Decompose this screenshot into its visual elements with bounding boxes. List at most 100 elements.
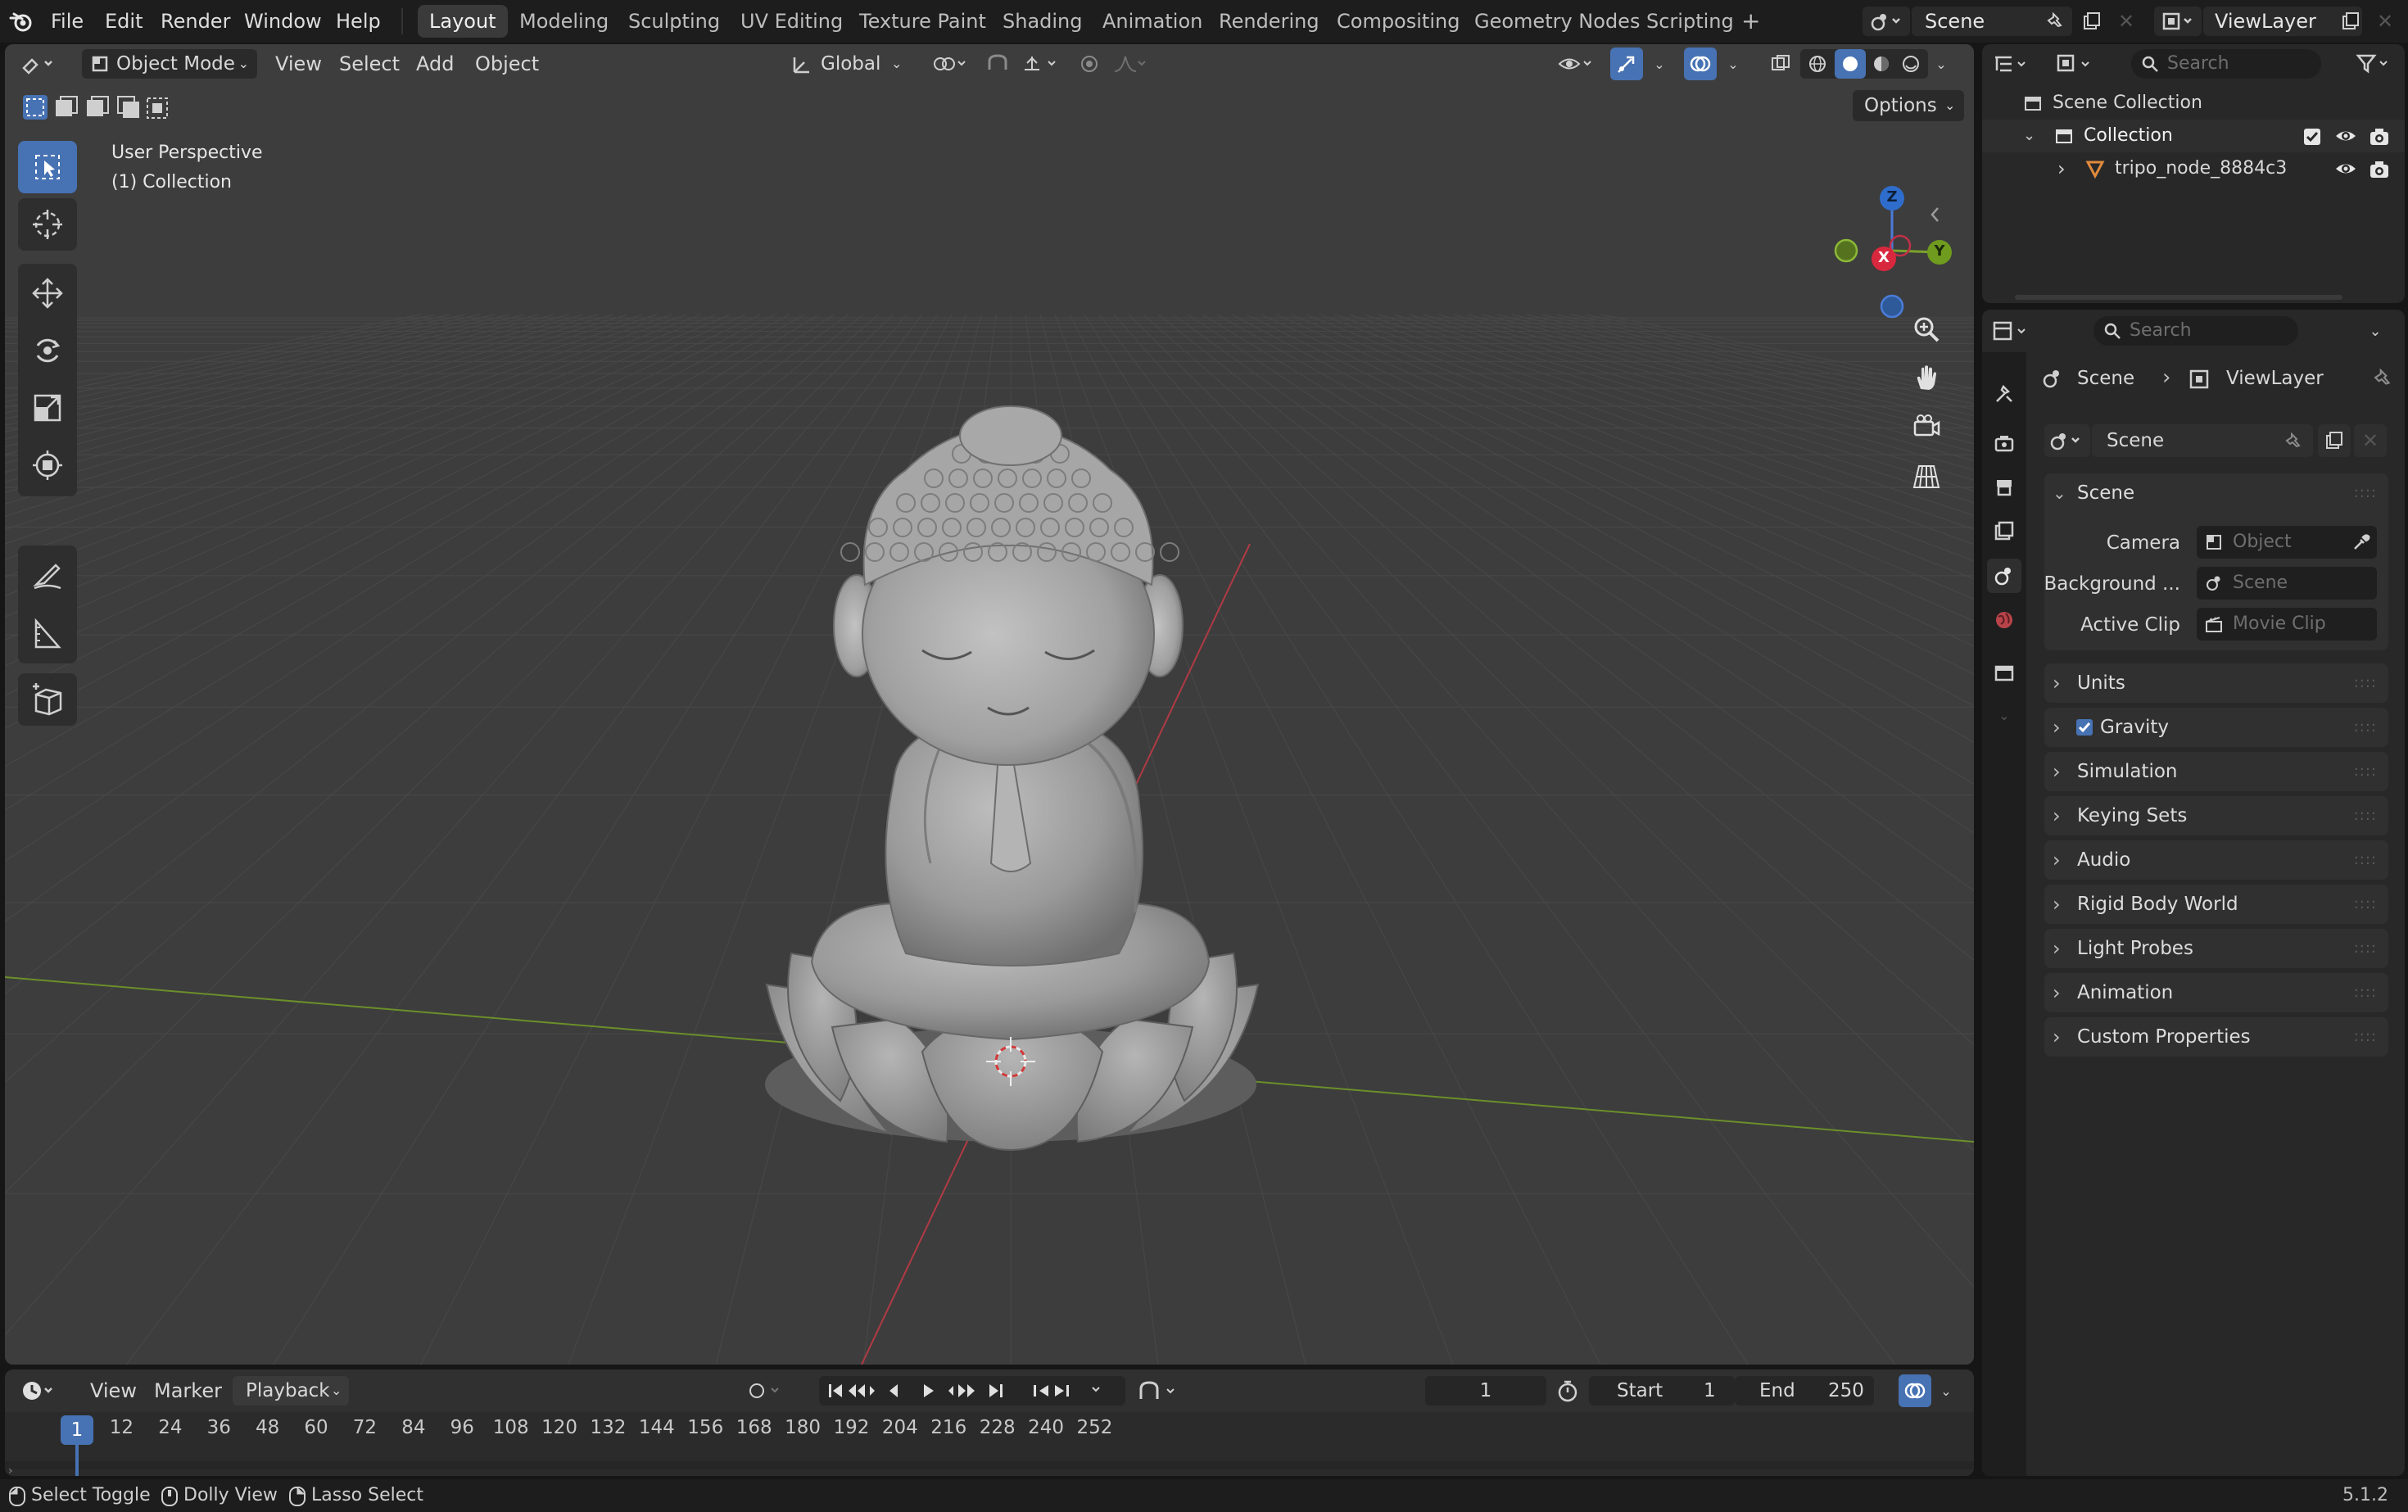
3d-viewport[interactable]: Object Mode ⌄ View Select Add Object Glo… <box>5 44 1974 1365</box>
playhead-marker[interactable]: 1 <box>61 1415 93 1445</box>
annotate-tool[interactable] <box>18 549 77 601</box>
sidebar-toggle-icon[interactable] <box>1923 198 1946 231</box>
snap-target-icon[interactable] <box>1017 49 1063 79</box>
active-clip-field[interactable]: Movie Clip <box>2197 608 2377 641</box>
select-box-tool[interactable] <box>18 141 77 193</box>
camera-icon[interactable] <box>2369 127 2390 147</box>
viewlayer-browse-button[interactable] <box>2154 7 2202 36</box>
tab-modeling[interactable]: Modeling <box>508 5 620 38</box>
measure-tool[interactable] <box>18 608 77 660</box>
panel-rigid-body-world[interactable]: › Rigid Body World :::: <box>2044 885 2388 924</box>
timeline-scrollbar[interactable] <box>5 1461 1974 1469</box>
transform-tool[interactable] <box>18 439 77 491</box>
perspective-grid-icon[interactable] <box>1905 455 1948 498</box>
chevron-down-icon[interactable]: ⌄ <box>1722 49 1745 79</box>
rendered-shading-icon[interactable] <box>1897 51 1925 77</box>
pin-icon[interactable] <box>2043 8 2069 34</box>
drag-handle-icon[interactable]: :::: <box>2354 473 2377 513</box>
add-workspace-button[interactable]: + <box>1730 5 1772 38</box>
pan-hand-icon[interactable] <box>1905 357 1948 400</box>
cursor-tool[interactable] <box>18 198 77 251</box>
camera-view-icon[interactable] <box>1905 406 1948 449</box>
panel-custom-properties[interactable]: › Custom Properties :::: <box>2044 1017 2388 1057</box>
camera-field[interactable]: Object <box>2197 526 2377 559</box>
options-dropdown[interactable]: Options ⌄ <box>1853 90 1964 121</box>
drag-handle-icon[interactable]: :::: <box>2354 708 2377 747</box>
tab-animation[interactable]: Animation <box>1091 5 1214 38</box>
unlink-scene-icon[interactable]: ✕ <box>2354 424 2387 457</box>
scene-panel-header[interactable]: ⌄ Scene :::: <box>2044 473 2388 513</box>
gravity-checkbox[interactable] <box>2075 718 2093 736</box>
tab-tool-icon[interactable] <box>1987 377 2021 411</box>
chevron-right-icon[interactable]: › <box>2057 152 2066 185</box>
eyedropper-icon[interactable] <box>2352 533 2370 551</box>
display-mode-icon[interactable] <box>2051 49 2100 79</box>
gizmo-toggle-icon[interactable] <box>1610 48 1643 80</box>
menu-select[interactable]: Select <box>339 44 400 84</box>
visibility-icon[interactable] <box>1553 49 1599 79</box>
tab-shading[interactable]: Shading <box>991 5 1094 38</box>
drag-handle-icon[interactable]: :::: <box>2354 929 2377 968</box>
panel-audio[interactable]: › Audio :::: <box>2044 840 2388 880</box>
tab-collection-icon[interactable] <box>1987 655 2021 690</box>
pin-icon[interactable] <box>2285 432 2303 450</box>
chevron-down-icon[interactable]: ⌄ <box>1648 49 1671 79</box>
navigation-gizmo[interactable] <box>1815 143 1962 331</box>
new-viewlayer-icon[interactable] <box>2338 8 2364 34</box>
add-cube-tool[interactable] <box>18 673 77 726</box>
transform-orientation-selector[interactable]: Global ⌄ <box>788 49 911 79</box>
properties-search-input[interactable]: Search <box>2093 316 2298 346</box>
new-scene-icon[interactable] <box>2079 8 2105 34</box>
tab-world-icon[interactable] <box>1987 603 2021 637</box>
tab-rendering[interactable]: Rendering <box>1207 5 1331 38</box>
eye-icon[interactable] <box>2334 160 2357 178</box>
move-tool[interactable] <box>18 267 77 319</box>
drag-handle-icon[interactable]: :::: <box>2354 663 2377 703</box>
scene-datablock-browse[interactable] <box>2044 424 2090 457</box>
tab-view-layer-icon[interactable] <box>1987 514 2021 549</box>
chevron-down-icon[interactable]: ⌄ <box>1930 49 1953 79</box>
outliner-scrollbar[interactable] <box>2015 295 2342 300</box>
checkbox-icon[interactable] <box>2303 128 2321 146</box>
tab-geometry-nodes[interactable]: Geometry Nodes <box>1463 5 1651 38</box>
drag-handle-icon[interactable]: :::: <box>2354 840 2377 880</box>
chevron-down-icon[interactable]: ⌄ <box>2023 120 2035 152</box>
menu-object[interactable]: Object <box>475 44 539 84</box>
drag-handle-icon[interactable]: :::: <box>2354 1017 2377 1057</box>
wireframe-shading-icon[interactable] <box>1804 51 1831 77</box>
tab-layout[interactable]: Layout <box>418 5 508 38</box>
panel-keying-sets[interactable]: › Keying Sets :::: <box>2044 796 2388 835</box>
delete-viewlayer-icon[interactable]: ✕ <box>2372 8 2398 34</box>
chevron-down-icon[interactable]: ⌄ <box>2359 316 2392 346</box>
camera-icon[interactable] <box>2369 160 2390 179</box>
menu-add[interactable]: Add <box>416 44 454 84</box>
panel-animation[interactable]: › Animation :::: <box>2044 973 2388 1012</box>
tab-texture-paint[interactable]: Texture Paint <box>848 5 998 38</box>
drag-handle-icon[interactable]: :::: <box>2354 796 2377 835</box>
xray-toggle-icon[interactable] <box>1766 49 1795 79</box>
tab-scene-icon[interactable] <box>1987 559 2021 593</box>
pivot-point-icon[interactable] <box>927 49 973 79</box>
rotate-tool[interactable] <box>18 324 77 377</box>
background-scene-field[interactable]: Scene <box>2197 567 2377 600</box>
zoom-icon[interactable] <box>1905 308 1948 351</box>
eye-icon[interactable] <box>2334 127 2357 145</box>
scene-browse-button[interactable] <box>1863 7 1910 36</box>
drag-handle-icon[interactable]: :::: <box>2354 885 2377 924</box>
tab-uv-editing[interactable]: UV Editing <box>729 5 854 38</box>
drag-handle-icon[interactable]: :::: <box>2354 973 2377 1012</box>
tab-sculpting[interactable]: Sculpting <box>617 5 731 38</box>
delete-scene-icon[interactable]: ✕ <box>2113 8 2139 34</box>
panel-gravity[interactable]: › Gravity :::: <box>2044 708 2388 747</box>
blender-logo-icon[interactable] <box>7 8 36 34</box>
properties-editor-type-icon[interactable] <box>1987 315 2036 347</box>
outliner-row-scene-collection[interactable]: Scene Collection <box>1982 87 2405 120</box>
scene-datablock-name[interactable]: Scene <box>2092 424 2313 457</box>
tab-output-icon[interactable] <box>1987 470 2021 505</box>
drag-handle-icon[interactable]: :::: <box>2354 752 2377 791</box>
menu-help[interactable]: Help <box>336 0 381 43</box>
solid-shading-icon[interactable] <box>1835 49 1866 79</box>
outliner-search-input[interactable]: Search <box>2131 49 2321 79</box>
menu-render[interactable]: Render <box>161 0 230 43</box>
editor-type-button[interactable] <box>16 48 61 80</box>
